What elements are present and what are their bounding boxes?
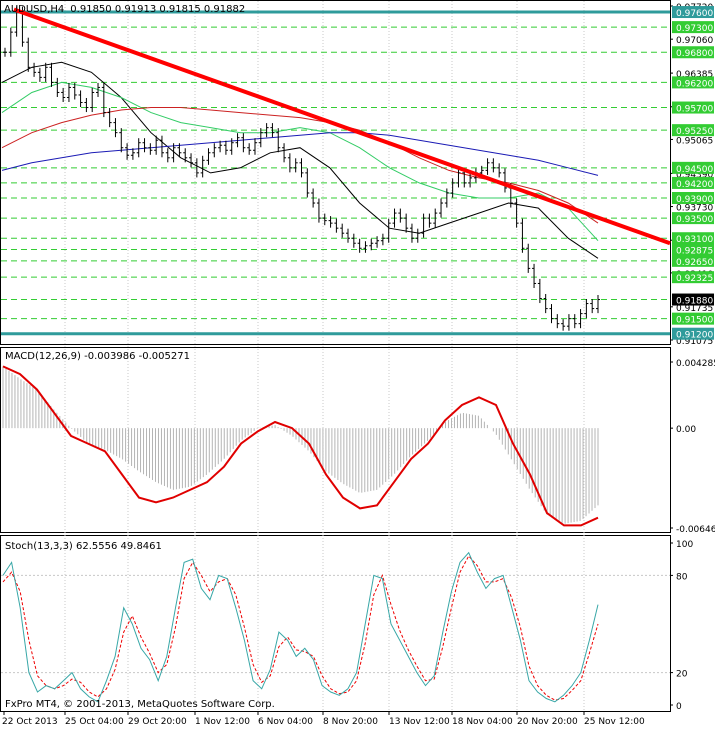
stoch-main-line — [2, 551, 599, 703]
price-bars — [3, 6, 600, 331]
macd-axis: 0.004285 0.00 -0.006468 — [670, 359, 715, 535]
time-tick-label: 25 Oct 04:00 — [65, 717, 124, 727]
stoch-label: Stoch(13,3,3) 62.5556 49.8461 — [5, 541, 162, 552]
ma-line-green — [1, 81, 599, 242]
level-tag-label: 0.92650 — [676, 258, 713, 268]
ma-line-black — [1, 61, 599, 259]
macd-label: MACD(12,26,9) -0.003986 -0.005271 — [5, 351, 190, 362]
time-tick-label: 20 Nov 20:00 — [517, 717, 578, 727]
level-tag-label: 0.92325 — [676, 274, 713, 284]
price-tick-label: 0.93730 — [676, 204, 713, 214]
time-axis: 22 Oct 2013 25 Oct 04:00 29 Oct 20:00 1 Nov… — [2, 711, 645, 727]
trendline — [13, 7, 671, 246]
level-tag-label: 0.96200 — [676, 79, 713, 89]
moving-averages — [1, 61, 599, 259]
level-tag-label: 0.95700 — [676, 105, 713, 115]
copyright-text: FxPro MT4, © 2001-2013, MetaQuotes Softw… — [5, 699, 275, 710]
macd-tick-label: -0.006468 — [676, 525, 715, 535]
macd-tick-label: 0.00 — [676, 425, 696, 435]
time-tick-label: 1 Nov 12:00 — [195, 717, 250, 727]
level-tag-label: 0.93500 — [676, 215, 713, 225]
trendline-group[interactable] — [13, 7, 671, 246]
time-tick-label: 25 Nov 12:00 — [584, 717, 645, 727]
stoch-tick-label: 20 — [676, 670, 688, 680]
level-tag-label: 0.93900 — [676, 195, 713, 205]
horizontal-levels — [1, 10, 670, 336]
chart-window: 0.977200.970600.963850.957150.950650.943… — [0, 0, 715, 729]
level-tag-label: 0.91500 — [676, 316, 713, 326]
price-tick-label: 0.95065 — [676, 136, 713, 146]
level-tag-label: 0.94200 — [676, 180, 713, 190]
ma-line-red — [1, 107, 599, 224]
macd-panel-frame — [0, 347, 671, 533]
macd-tick-label: 0.004285 — [676, 359, 715, 369]
stoch-signal-line — [2, 555, 599, 701]
stoch-panel-frame — [0, 535, 671, 712]
level-tag-label: 0.91880 — [676, 297, 713, 307]
price-tick-label: 0.97060 — [676, 36, 713, 46]
time-tick-label: 13 Nov 12:00 — [389, 717, 450, 727]
time-tick-label: 6 Nov 04:00 — [258, 717, 313, 727]
level-tag-label: 0.94500 — [676, 165, 713, 175]
stoch-indicator — [1, 551, 670, 703]
macd-indicator — [2, 365, 599, 527]
stoch-tick-label: 0 — [676, 702, 682, 712]
symbol-label: AUDUSD,H4 0.91850 0.91913 0.91815 0.91882 — [4, 4, 245, 15]
ma-line-blue — [1, 132, 599, 176]
time-tick-label: 22 Oct 2013 — [2, 717, 58, 727]
level-tag-label: 0.95250 — [676, 127, 713, 137]
chart-canvas[interactable]: 0.977200.970600.963850.957150.950650.943… — [0, 0, 715, 729]
time-tick-label: 18 Nov 04:00 — [452, 717, 513, 727]
stoch-tick-label: 80 — [676, 572, 688, 582]
level-tag-label: 0.97600 — [676, 9, 713, 19]
stoch-axis: 100 80 20 0 — [670, 540, 693, 712]
level-tag-label: 0.96800 — [676, 49, 713, 59]
level-tags: 0.97600 0.97300 0.96800 0.96200 0.95700 0.952… — [672, 6, 714, 341]
time-tick-label: 29 Oct 20:00 — [128, 717, 187, 727]
level-tag-label: 0.91200 — [676, 331, 713, 341]
time-tick-label: 8 Nov 20:00 — [323, 717, 378, 727]
stoch-tick-label: 100 — [676, 540, 693, 550]
level-tag-label: 0.97300 — [676, 24, 713, 34]
